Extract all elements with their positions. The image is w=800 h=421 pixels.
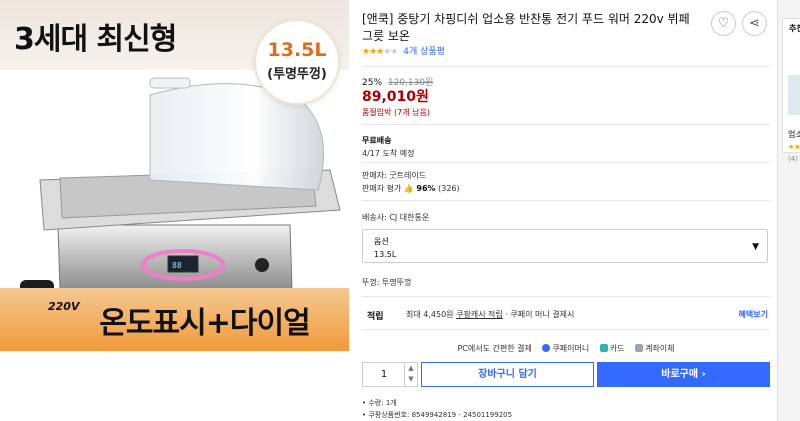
- divider: [362, 66, 770, 67]
- payment-intro: PC에서도 간편한 결제: [457, 344, 532, 353]
- benefit-link[interactable]: 혜택보기: [739, 309, 768, 320]
- recommendation-thumbnail[interactable]: [788, 75, 800, 115]
- seller-name[interactable]: 판매자: 굿트레이드: [362, 170, 426, 181]
- stock-notice: 품절임박 (7개 남음): [362, 108, 430, 117]
- heart-icon[interactable]: ♡: [711, 11, 736, 36]
- shipping-type: 무료배송: [362, 136, 392, 145]
- option-select[interactable]: 옵션 13.5L ▼: [362, 229, 768, 263]
- decrement-icon[interactable]: ▼: [408, 375, 413, 383]
- product-detail-panel: [앤쿡] 중탕기 차핑디쉬 업소용 반찬통 전기 푸드 워머 220v 뷔페 그…: [362, 0, 770, 421]
- image-slogan: 온도표시+다이얼: [99, 306, 310, 341]
- side-recommendation-panel: 추천 업소 ★★★ (4): [777, 0, 800, 421]
- increment-icon[interactable]: ▲: [408, 364, 413, 372]
- seller-rating-count: (326): [438, 184, 460, 193]
- divider: [362, 296, 770, 297]
- quantity-value[interactable]: 1: [363, 369, 405, 380]
- divider: [362, 329, 770, 330]
- reward-link[interactable]: 쿠팡캐시 적립: [456, 310, 503, 319]
- card-icon: [599, 344, 608, 352]
- quantity-arrows[interactable]: ▲ ▼: [404, 363, 417, 386]
- product-rating[interactable]: ★★★★★ 4개 상품평: [362, 44, 445, 57]
- recommendation-name: 업소: [788, 130, 800, 139]
- rating-count-link[interactable]: 4개 상품평: [403, 47, 445, 57]
- rating-stars-icon: ★★★★★: [362, 47, 398, 57]
- lid-option: 뚜껑: 투명뚜껑: [362, 278, 412, 287]
- courier-info: 배송사: CJ 대한통운: [362, 213, 430, 222]
- sale-price: 89,010원: [362, 89, 429, 105]
- capacity-badge: 13.5L (투명뚜껑): [254, 19, 340, 105]
- arrival-date: 4/17 도착 예정: [362, 149, 415, 158]
- payment-methods: PC에서도 간편한 결제 쿠페이머니 카드 계좌이체: [362, 343, 770, 354]
- reward-label: 적립: [367, 312, 384, 322]
- product-main-image[interactable]: 3세대 최신형 88 13.5L (투명뚜껑) 220V 온도표시+다이얼: [0, 0, 349, 351]
- payment-method: 카드: [609, 344, 625, 353]
- product-title: [앤쿡] 중탕기 차핑디쉬 업소용 반찬통 전기 푸드 워머 220v 뷔페 그…: [362, 12, 690, 43]
- capacity-badge-sub: (투명뚜껑): [267, 67, 327, 82]
- seller-rating-label: 판매자 평가: [362, 184, 402, 193]
- reward-condition: · 쿠페이 머니 결제시: [505, 310, 575, 319]
- capacity-badge-size: 13.5L: [267, 39, 327, 61]
- chevron-right-icon: ›: [701, 369, 706, 380]
- svg-text:88: 88: [172, 261, 182, 270]
- share-icon[interactable]: ⋖: [742, 11, 767, 36]
- chevron-down-icon: ▼: [752, 242, 759, 252]
- divider: [362, 200, 770, 201]
- divider: [362, 124, 770, 125]
- reward-text: 최대 4,450원 쿠팡캐시 적립 · 쿠페이 머니 결제시: [406, 309, 574, 320]
- thumbs-up-icon: 👍: [403, 184, 414, 193]
- seller-rating-value: 96%: [416, 184, 436, 193]
- seller-rating[interactable]: 판매자 평가 👍 96% (326): [362, 183, 460, 194]
- coupay-icon: [542, 344, 551, 352]
- info-product-code: • 쿠팡상품번호: 8549942819 - 24501199205: [362, 411, 513, 419]
- payment-method: 계좌이체: [645, 344, 675, 353]
- recommendation-stars-icon: ★★★: [788, 143, 800, 151]
- payment-method: 쿠페이머니: [552, 344, 590, 353]
- recommendation-card[interactable]: 추천 업소 ★★★ (4): [782, 18, 800, 163]
- bank-icon: [635, 344, 644, 352]
- divider: [362, 162, 770, 163]
- quantity-stepper[interactable]: 1 ▲ ▼: [362, 362, 418, 387]
- add-to-cart-button[interactable]: 장바구니 담기: [421, 362, 594, 387]
- recommendation-title: 추천: [789, 24, 800, 33]
- recommendation-count: (4): [788, 155, 798, 163]
- buy-now-label: 바로구매: [661, 369, 699, 380]
- image-headline: 3세대 최신형: [14, 22, 177, 57]
- buy-now-button[interactable]: 바로구매 ›: [597, 362, 770, 387]
- option-value: 13.5L: [374, 250, 397, 259]
- reward-amount: 최대 4,450원: [406, 310, 454, 319]
- info-quantity: • 수량: 1개: [362, 399, 397, 407]
- option-label: 옵션: [374, 237, 389, 246]
